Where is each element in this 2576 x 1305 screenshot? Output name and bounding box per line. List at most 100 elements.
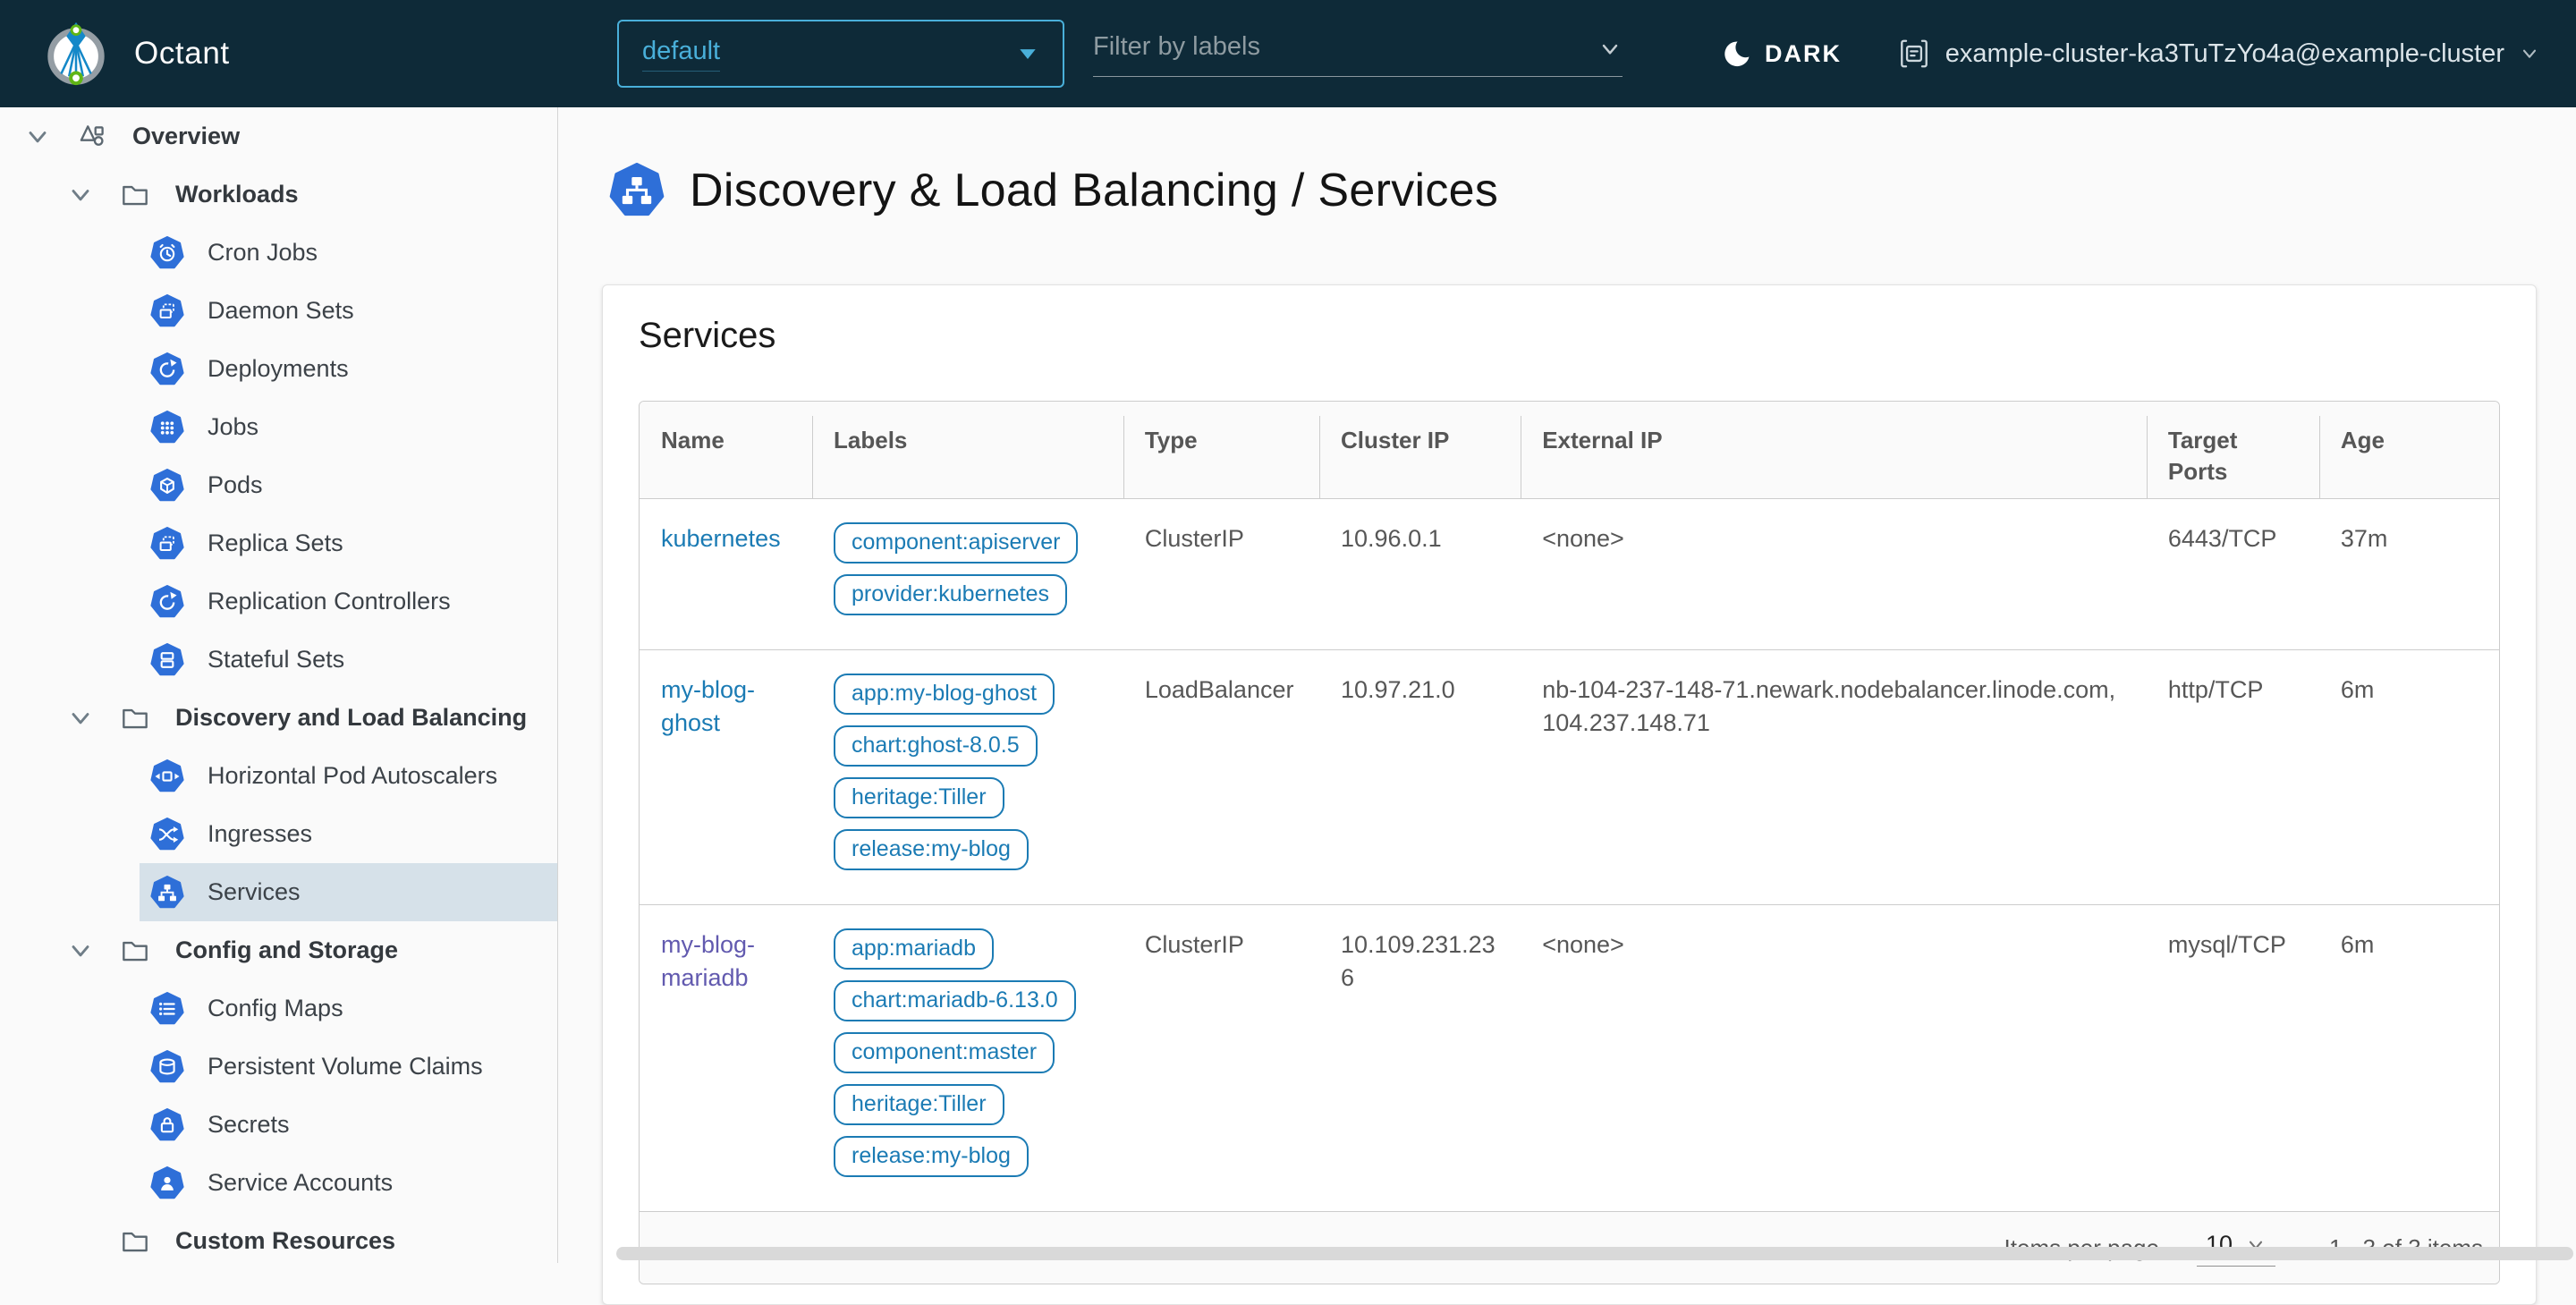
cell-labels: app:my-blog-ghost chart:ghost-8.0.5 herita… bbox=[812, 649, 1123, 905]
services-table: Name Labels Type Cluster IP External IP Targe… bbox=[640, 402, 2499, 1211]
sidebar-item-jobs[interactable]: Jobs bbox=[0, 398, 557, 456]
objects-icon bbox=[75, 120, 109, 154]
cell-name: my-blog-mariadb bbox=[640, 904, 813, 1211]
horizontal-pod-autoscalers-icon bbox=[150, 758, 184, 793]
sidebar-navigation: Overview Workloads Cron Jobs Daemon Sets… bbox=[0, 107, 558, 1263]
column-header-target-ports: Target Ports bbox=[2146, 402, 2319, 499]
service-name-link[interactable]: kubernetes bbox=[661, 525, 781, 552]
label-badge[interactable]: heritage:Tiller bbox=[834, 1084, 1004, 1125]
octant-logo-icon bbox=[47, 21, 105, 86]
cell-age: 37m bbox=[2318, 498, 2499, 650]
sidebar-item-pods[interactable]: Pods bbox=[0, 456, 557, 514]
sidebar-item-deployments[interactable]: Deployments bbox=[0, 340, 557, 398]
sidebar-item-daemon-sets[interactable]: Daemon Sets bbox=[0, 282, 557, 340]
cell-labels: app:mariadb chart:mariadb-6.13.0 component… bbox=[812, 904, 1123, 1211]
service-name-link[interactable]: my-blog-mariadb bbox=[661, 931, 755, 991]
sidebar-item-secrets[interactable]: Secrets bbox=[0, 1096, 557, 1154]
label-badge[interactable]: heritage:Tiller bbox=[834, 777, 1004, 818]
cell-cluster-ip: 10.96.0.1 bbox=[1319, 498, 1521, 650]
sidebar-item-cron-jobs[interactable]: Cron Jobs bbox=[0, 224, 557, 282]
sidebar-item-config-maps[interactable]: Config Maps bbox=[0, 979, 557, 1038]
cell-age: 6m bbox=[2318, 649, 2499, 905]
table-row: kubernetes component:apiserver provider:k… bbox=[640, 498, 2499, 650]
cluster-context-value: example-cluster-ka3TuTzYo4a@example-clus… bbox=[1945, 38, 2504, 68]
label-badge[interactable]: chart:ghost-8.0.5 bbox=[834, 725, 1038, 767]
cell-type: ClusterIP bbox=[1123, 904, 1319, 1211]
service-name-link[interactable]: my-blog-ghost bbox=[661, 676, 755, 736]
deployments-icon bbox=[150, 352, 184, 386]
namespace-select[interactable]: default bbox=[617, 20, 1064, 88]
main-content: Discovery & Load Balancing / Services Se… bbox=[559, 107, 2576, 1305]
cell-target-ports: mysql/TCP bbox=[2146, 904, 2319, 1211]
moon-icon bbox=[1719, 38, 1751, 70]
pods-icon bbox=[150, 468, 184, 503]
folder-icon bbox=[118, 178, 152, 212]
persistent-volume-claims-icon bbox=[150, 1049, 184, 1084]
services-card: Services Name Labels Type Cluster IP Externa… bbox=[602, 284, 2537, 1305]
chevron-down-icon[interactable] bbox=[66, 704, 95, 733]
label-badge[interactable]: chart:mariadb-6.13.0 bbox=[834, 980, 1076, 1021]
service-accounts-icon bbox=[150, 1165, 184, 1200]
column-header-age: Age bbox=[2318, 402, 2499, 499]
cell-target-ports: 6443/TCP bbox=[2146, 498, 2319, 650]
dark-theme-toggle[interactable]: DARK bbox=[1719, 0, 1842, 107]
cell-labels: component:apiserver provider:kubernetes bbox=[812, 498, 1123, 650]
sidebar-item-replication-controllers[interactable]: Replication Controllers bbox=[0, 572, 557, 631]
label-badge[interactable]: release:my-blog bbox=[834, 1136, 1029, 1177]
cell-name: kubernetes bbox=[640, 498, 813, 650]
sidebar-item-overview[interactable]: Overview bbox=[0, 107, 557, 165]
sidebar-item-config-and-storage[interactable]: Config and Storage bbox=[0, 921, 557, 979]
app-name: Octant bbox=[134, 36, 230, 71]
sidebar-item-service-accounts[interactable]: Service Accounts bbox=[0, 1154, 557, 1212]
column-header-cluster-ip: Cluster IP bbox=[1319, 402, 1521, 499]
chevron-down-icon[interactable] bbox=[66, 936, 95, 965]
sidebar-item-stateful-sets[interactable]: Stateful Sets bbox=[0, 631, 557, 689]
chevron-down-icon bbox=[2519, 43, 2540, 64]
label-badge[interactable]: component:apiserver bbox=[834, 522, 1079, 564]
dark-theme-label: DARK bbox=[1765, 39, 1842, 67]
replication-controllers-icon bbox=[150, 584, 184, 619]
horizontal-scrollbar[interactable] bbox=[616, 1247, 2573, 1260]
namespace-value: default bbox=[642, 37, 721, 72]
sidebar-item-discovery-and-load-balancing[interactable]: Discovery and Load Balancing bbox=[0, 689, 557, 747]
cell-age: 6m bbox=[2318, 904, 2499, 1211]
daemon-sets-icon bbox=[150, 293, 184, 328]
sidebar-item-horizontal-pod-autoscalers[interactable]: Horizontal Pod Autoscalers bbox=[0, 747, 557, 805]
cron-jobs-icon bbox=[150, 235, 184, 270]
cell-type: LoadBalancer bbox=[1123, 649, 1319, 905]
column-header-name: Name bbox=[640, 402, 813, 499]
ingresses-icon bbox=[150, 817, 184, 852]
app-header: Octant default DARK example-cluster-ka3T… bbox=[0, 0, 2576, 107]
label-badge[interactable]: release:my-blog bbox=[834, 829, 1029, 870]
stateful-sets-icon bbox=[150, 642, 184, 677]
label-badge[interactable]: provider:kubernetes bbox=[834, 574, 1067, 615]
cell-name: my-blog-ghost bbox=[640, 649, 813, 905]
sidebar-item-custom-resources[interactable]: Custom Resources bbox=[0, 1212, 557, 1263]
services-icon bbox=[150, 875, 184, 910]
label-filter-input[interactable] bbox=[1093, 32, 1587, 62]
cell-cluster-ip: 10.109.231.236 bbox=[1319, 904, 1521, 1211]
cell-cluster-ip: 10.97.21.0 bbox=[1319, 649, 1521, 905]
page-title: Discovery & Load Balancing / Services bbox=[690, 165, 1499, 216]
page-title-block: Discovery & Load Balancing / Services bbox=[609, 163, 1498, 218]
label-badge[interactable]: app:my-blog-ghost bbox=[834, 674, 1055, 715]
sidebar-item-persistent-volume-claims[interactable]: Persistent Volume Claims bbox=[0, 1038, 557, 1096]
label-badge[interactable]: app:mariadb bbox=[834, 928, 994, 970]
config-maps-icon bbox=[150, 991, 184, 1026]
sidebar-item-replica-sets[interactable]: Replica Sets bbox=[0, 514, 557, 572]
sidebar-item-workloads[interactable]: Workloads bbox=[0, 165, 557, 224]
cluster-icon bbox=[1897, 37, 1931, 71]
table-row: my-blog-ghost app:my-blog-ghost chart:gho… bbox=[640, 649, 2499, 905]
table-header-row: Name Labels Type Cluster IP External IP Targe… bbox=[640, 402, 2499, 499]
label-badge[interactable]: component:master bbox=[834, 1032, 1055, 1073]
column-header-labels: Labels bbox=[812, 402, 1123, 499]
cluster-context-select[interactable]: example-cluster-ka3TuTzYo4a@example-clus… bbox=[1897, 0, 2540, 107]
sidebar-item-services[interactable]: Services bbox=[0, 863, 557, 921]
app-logo[interactable]: Octant bbox=[41, 19, 230, 89]
sidebar-item-ingresses[interactable]: Ingresses bbox=[0, 805, 557, 863]
table-row: my-blog-mariadb app:mariadb chart:mariadb… bbox=[640, 904, 2499, 1211]
chevron-down-icon[interactable] bbox=[66, 181, 95, 209]
folder-icon bbox=[118, 934, 152, 968]
chevron-down-icon[interactable] bbox=[1597, 37, 1623, 62]
chevron-down-icon[interactable] bbox=[23, 123, 52, 151]
